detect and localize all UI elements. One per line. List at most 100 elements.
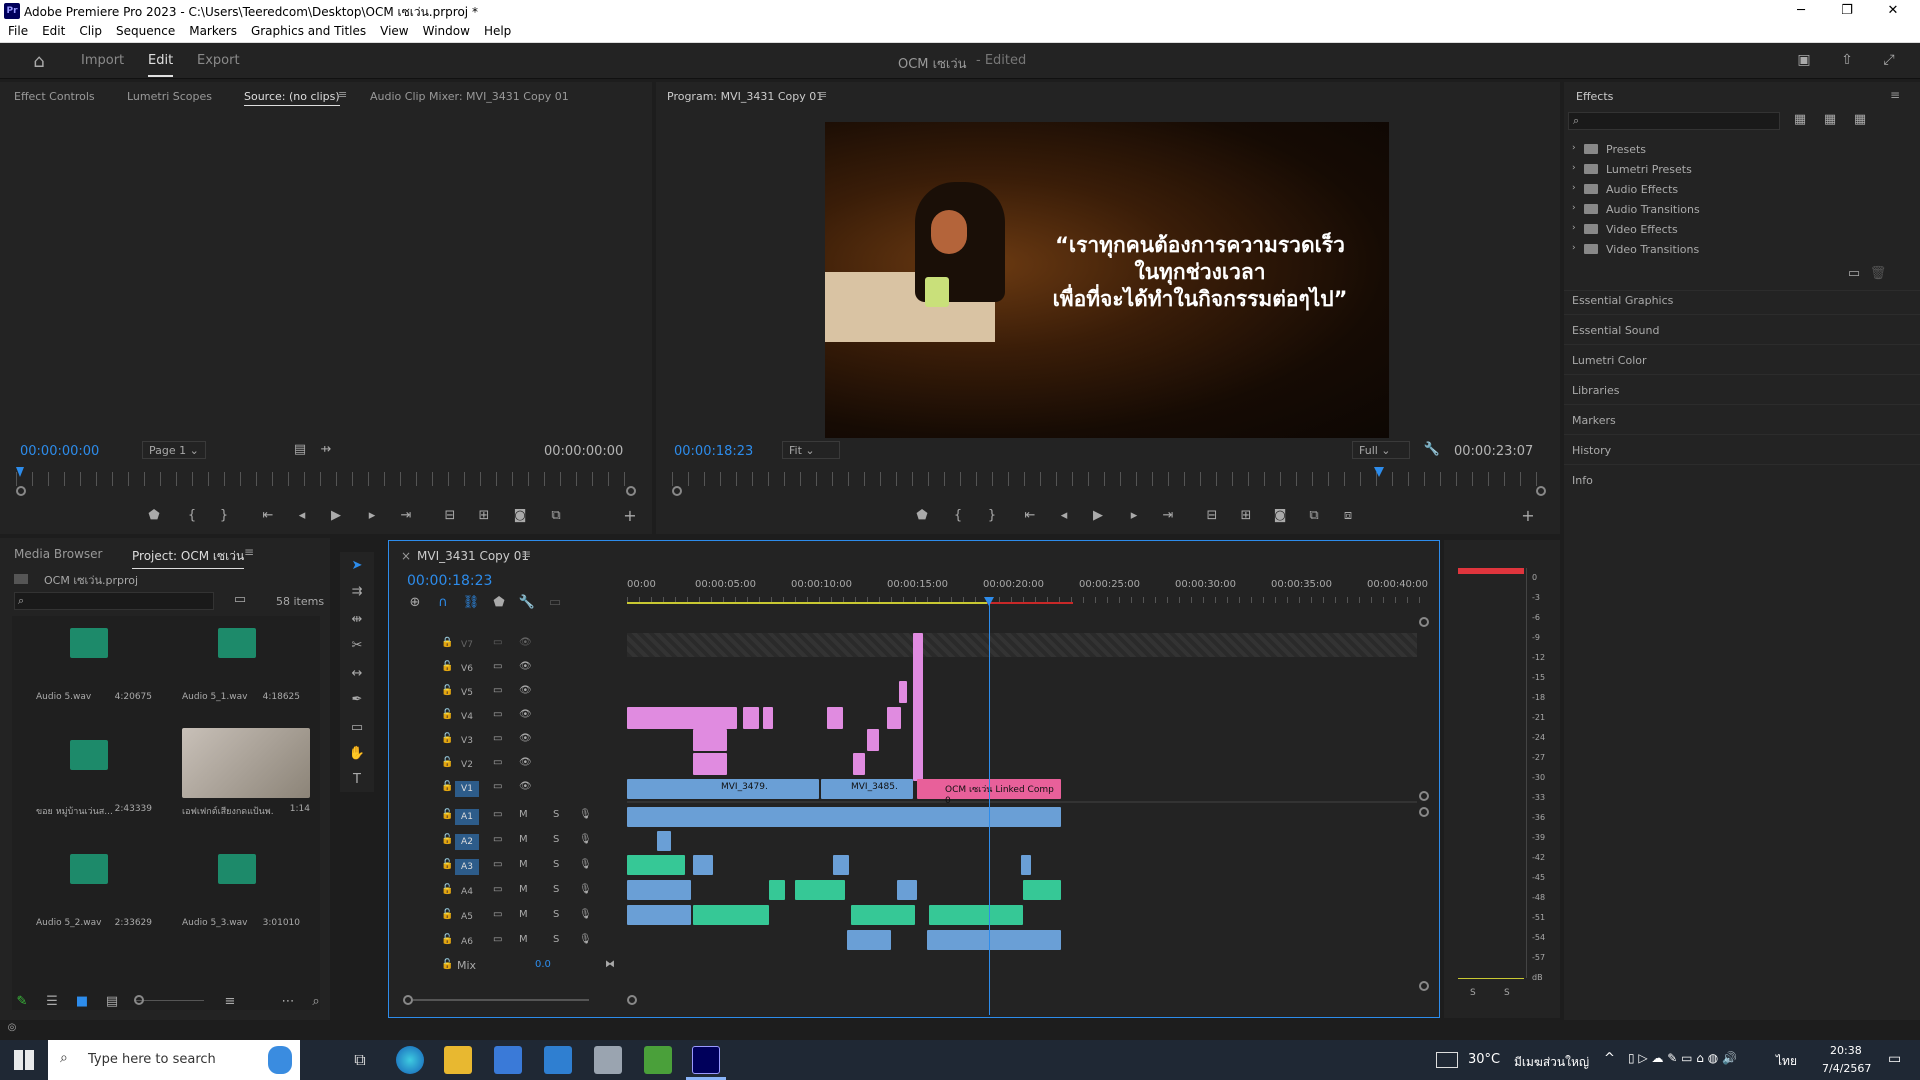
folder-audio-transitions[interactable]: › Audio Transitions <box>1564 200 1904 220</box>
ripple-edit-tool-icon[interactable]: ⇹ <box>347 612 367 627</box>
media-item-audio5[interactable]: Audio 5.wav 4:20675 <box>24 628 164 733</box>
audio-clip[interactable] <box>847 930 891 950</box>
weather-temp[interactable]: 30°C <box>1468 1052 1500 1067</box>
source-scroll-right[interactable] <box>626 486 636 496</box>
program-scroll-right[interactable] <box>1536 486 1546 496</box>
lock-icon[interactable]: 🔒 <box>441 637 453 648</box>
rectangle-tool-icon[interactable]: ▭ <box>347 720 367 735</box>
notification-icon[interactable]: ▭ <box>1888 1051 1901 1067</box>
graphic-clip[interactable] <box>693 753 727 775</box>
graphic-clip[interactable] <box>887 707 901 729</box>
program-playhead[interactable] <box>1374 467 1384 477</box>
track-label[interactable]: V1 <box>455 781 479 797</box>
mic-icon[interactable]: 🎙 <box>579 909 592 920</box>
workspace-export[interactable]: Export <box>197 53 240 68</box>
go-to-out-icon[interactable]: ⇥ <box>396 508 416 523</box>
fit-dropdown[interactable]: Fit ⌄ <box>782 441 840 459</box>
mic-icon[interactable]: 🎙 <box>579 859 592 870</box>
mute-button[interactable]: M <box>519 859 528 870</box>
track-label[interactable]: A5 <box>455 909 479 925</box>
mail-icon[interactable] <box>544 1046 572 1074</box>
mute-button[interactable]: M <box>519 884 528 895</box>
track-label[interactable]: V2 <box>455 757 479 773</box>
track-label[interactable]: V4 <box>455 709 479 725</box>
audio-clip[interactable] <box>851 905 915 925</box>
sync-lock-icon[interactable]: ▭ <box>493 733 502 744</box>
program-go-to-in-icon[interactable]: ⇤ <box>1020 508 1040 523</box>
lock-icon[interactable]: 🔓 <box>441 959 453 970</box>
menu-edit[interactable]: Edit <box>34 22 71 38</box>
new-bin-icon[interactable]: ▭ <box>1844 266 1864 281</box>
audio-clip[interactable] <box>657 831 671 851</box>
insert-clip-icon[interactable]: ⊟ <box>440 508 460 523</box>
premiere-taskbar-icon[interactable] <box>692 1046 720 1074</box>
program-export-frame-icon[interactable]: ◙ <box>1270 508 1290 523</box>
solo-left-button[interactable]: S <box>1470 988 1476 998</box>
timeline-menu-icon[interactable]: ≡ <box>521 547 531 561</box>
razor-tool-icon[interactable]: ✂ <box>347 638 367 653</box>
clock-time[interactable]: 20:38 <box>1830 1044 1862 1057</box>
mute-button[interactable]: M <box>519 834 528 845</box>
audio-clip[interactable] <box>769 880 785 900</box>
source-scroll-left[interactable] <box>16 486 26 496</box>
32bit-effects-icon[interactable]: ▦ <box>1820 112 1840 127</box>
graphic-clip[interactable] <box>853 753 865 775</box>
workspace-import[interactable]: Import <box>81 53 124 68</box>
project-search-input[interactable]: ⌕ <box>14 592 214 610</box>
solo-button[interactable]: S <box>553 909 559 920</box>
audio-clip[interactable] <box>1023 880 1061 900</box>
pen-tool-icon[interactable]: ✒ <box>347 692 367 707</box>
audio-clip[interactable] <box>927 930 1061 950</box>
folder-video-transitions[interactable]: › Video Transitions <box>1564 240 1904 260</box>
fullscreen-icon[interactable]: ⤢ <box>1880 52 1898 70</box>
type-tool-icon[interactable]: T <box>347 772 367 787</box>
menu-markers[interactable]: Markers <box>181 22 243 38</box>
maximize-button[interactable]: ❐ <box>1824 0 1870 22</box>
eye-icon[interactable]: 👁 <box>519 637 532 648</box>
timeline-timecode[interactable]: 00:00:18:23 <box>407 573 492 589</box>
audio-clip[interactable] <box>1021 855 1031 875</box>
linked-selection-icon[interactable]: ⛓ <box>461 595 481 610</box>
sync-lock-icon[interactable]: ▭ <box>493 859 502 870</box>
mute-button[interactable]: M <box>519 809 528 820</box>
sync-lock-icon[interactable]: ▭ <box>493 884 502 895</box>
audio-clip[interactable] <box>693 905 769 925</box>
eye-icon[interactable]: 👁 <box>519 781 532 792</box>
sync-lock-icon[interactable]: ▭ <box>493 834 502 845</box>
tab-lumetri-scopes[interactable]: Lumetri Scopes <box>127 90 212 103</box>
pencil-icon[interactable]: ✎ <box>12 994 32 1009</box>
language-indicator[interactable]: ไทย <box>1776 1052 1797 1071</box>
lock-icon[interactable]: 🔓 <box>441 834 453 845</box>
graphic-clip[interactable] <box>763 707 773 729</box>
timeline-ruler[interactable]: 00:00 00:00:05:00 00:00:10:00 00:00:15:0… <box>627 579 1428 605</box>
effects-search-input[interactable]: ⌕ <box>1568 112 1780 130</box>
program-mark-out-icon[interactable]: } <box>982 508 1002 523</box>
audio-clip[interactable] <box>929 905 1023 925</box>
tab-project[interactable]: Project: OCM เซเว่น <box>132 547 245 569</box>
quick-export-icon[interactable]: ▣ <box>1795 52 1813 70</box>
freeform-view-icon[interactable]: ▤ <box>102 994 122 1009</box>
taskbar-search-box[interactable]: ⌕ Type here to search <box>48 1040 300 1080</box>
audio-clip[interactable] <box>627 905 691 925</box>
yuv-effects-icon[interactable]: ▦ <box>1850 112 1870 127</box>
tab-audio-clip-mixer[interactable]: Audio Clip Mixer: MVI_3431 Copy 01 <box>370 90 569 103</box>
solo-button[interactable]: S <box>553 859 559 870</box>
accelerated-effects-icon[interactable]: ▦ <box>1790 112 1810 127</box>
h-scrollbar[interactable] <box>413 999 589 1001</box>
video-scroll-top[interactable] <box>1419 617 1429 627</box>
eye-icon[interactable]: 👁 <box>519 685 532 696</box>
lock-icon[interactable]: 🔓 <box>441 757 453 768</box>
project-menu-icon[interactable]: ≡ <box>244 545 254 559</box>
sync-lock-icon[interactable]: ▭ <box>493 637 502 648</box>
program-scroll-left[interactable] <box>672 486 682 496</box>
page-dropdown[interactable]: Page 1 ⌄ <box>142 441 206 459</box>
sync-lock-icon[interactable]: ▭ <box>493 757 502 768</box>
go-to-in-icon[interactable]: ⇤ <box>258 508 278 523</box>
lock-icon[interactable]: 🔓 <box>441 781 453 792</box>
quality-dropdown[interactable]: Full ⌄ <box>1352 441 1410 459</box>
sync-lock-icon[interactable]: ▭ <box>493 661 502 672</box>
lift-icon[interactable]: ⊟ <box>1202 508 1222 523</box>
media-item-audio5-2[interactable]: Audio 5_2.wav 2:33629 <box>24 854 164 959</box>
edge-icon[interactable] <box>396 1046 424 1074</box>
hand-tool-icon[interactable]: ✋ <box>347 746 367 761</box>
